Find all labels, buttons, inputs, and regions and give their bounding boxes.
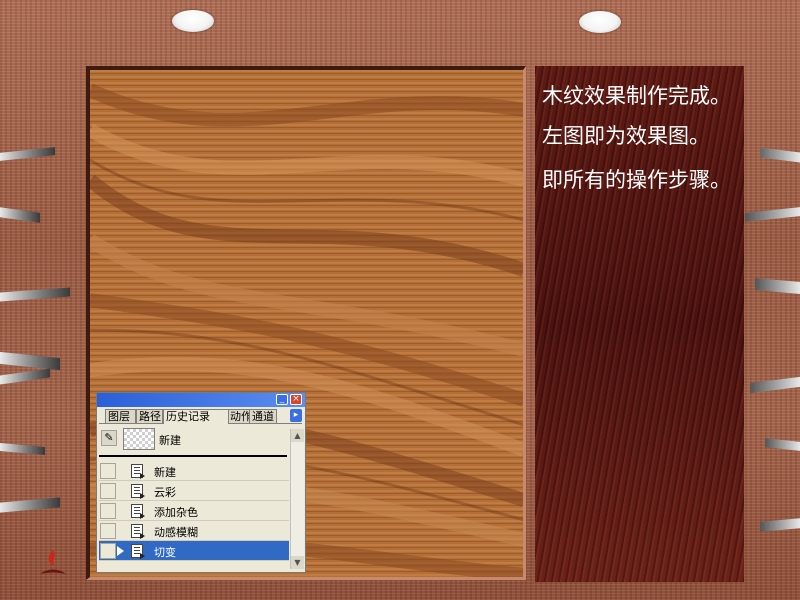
history-brush-source-box[interactable] xyxy=(100,483,116,499)
tab-channels[interactable]: 通道 xyxy=(249,409,277,423)
snapshot-label: 新建 xyxy=(159,434,181,447)
history-state-pointer-icon[interactable] xyxy=(117,546,124,556)
history-item[interactable]: 动感模糊 xyxy=(99,521,289,541)
history-item-label: 云彩 xyxy=(154,486,176,499)
history-item-label: 添加杂色 xyxy=(154,506,198,519)
history-item[interactable]: 添加杂色 xyxy=(99,501,289,521)
minimize-icon: _ xyxy=(279,394,285,404)
snapshot-row[interactable]: ✎ 新建 xyxy=(99,427,289,451)
tab-paths[interactable]: 路径 xyxy=(136,409,163,423)
history-list: 新建 云彩 添加杂色 动感模糊 切变 xyxy=(99,461,289,561)
close-icon: × xyxy=(292,394,300,404)
brush-icon[interactable]: ✎ xyxy=(101,430,117,446)
tab-history[interactable]: 历史记录 xyxy=(163,409,229,424)
history-brush-source-box[interactable] xyxy=(100,523,116,539)
history-item-label: 动感模糊 xyxy=(154,526,198,539)
instruction-text-panel: 木纹效果制作完成。 左图即为效果图。 即所有的操作步骤。 xyxy=(535,66,744,582)
menu-arrow-icon: ▸ xyxy=(293,410,299,420)
document-icon xyxy=(131,464,145,479)
palette-tabs: 图层 路径 动作 通道 历史记录 ▸ xyxy=(99,409,302,424)
instruction-line-1: 木纹效果制作完成。 xyxy=(542,84,731,108)
history-scrollbar[interactable]: ▲ ▼ xyxy=(290,429,304,569)
history-item[interactable]: 云彩 xyxy=(99,481,289,501)
history-brush-source-box[interactable] xyxy=(100,543,116,559)
close-button[interactable]: × xyxy=(290,394,302,405)
document-icon xyxy=(131,504,145,519)
instruction-line-3: 即所有的操作步骤。 xyxy=(542,168,731,192)
palette-titlebar[interactable]: _ × xyxy=(97,393,305,407)
tab-layers[interactable]: 图层 xyxy=(105,409,136,423)
snapshot-thumbnail xyxy=(123,428,155,450)
palette-menu-button[interactable]: ▸ xyxy=(290,409,302,422)
history-item-label: 切变 xyxy=(154,546,176,559)
history-item[interactable]: 新建 xyxy=(99,461,289,481)
scroll-up-icon[interactable]: ▲ xyxy=(291,429,304,442)
binder-hole-right xyxy=(579,11,621,33)
flame-logo-icon xyxy=(40,550,66,574)
history-brush-source-box[interactable] xyxy=(100,503,116,519)
snapshot-divider xyxy=(99,455,287,457)
history-palette: _ × 图层 路径 动作 通道 历史记录 ▸ ✎ 新建 新建 云彩 添加杂色 动… xyxy=(96,392,306,573)
history-item-selected[interactable]: 切变 xyxy=(99,541,289,561)
history-brush-source-box[interactable] xyxy=(100,463,116,479)
binder-hole-left xyxy=(172,10,214,32)
document-icon xyxy=(131,524,145,539)
scroll-down-icon[interactable]: ▼ xyxy=(291,556,304,569)
history-item-label: 新建 xyxy=(154,466,176,479)
document-icon xyxy=(131,544,145,559)
document-icon xyxy=(131,484,145,499)
instruction-line-2: 左图即为效果图。 xyxy=(542,124,710,148)
minimize-button[interactable]: _ xyxy=(276,394,288,405)
